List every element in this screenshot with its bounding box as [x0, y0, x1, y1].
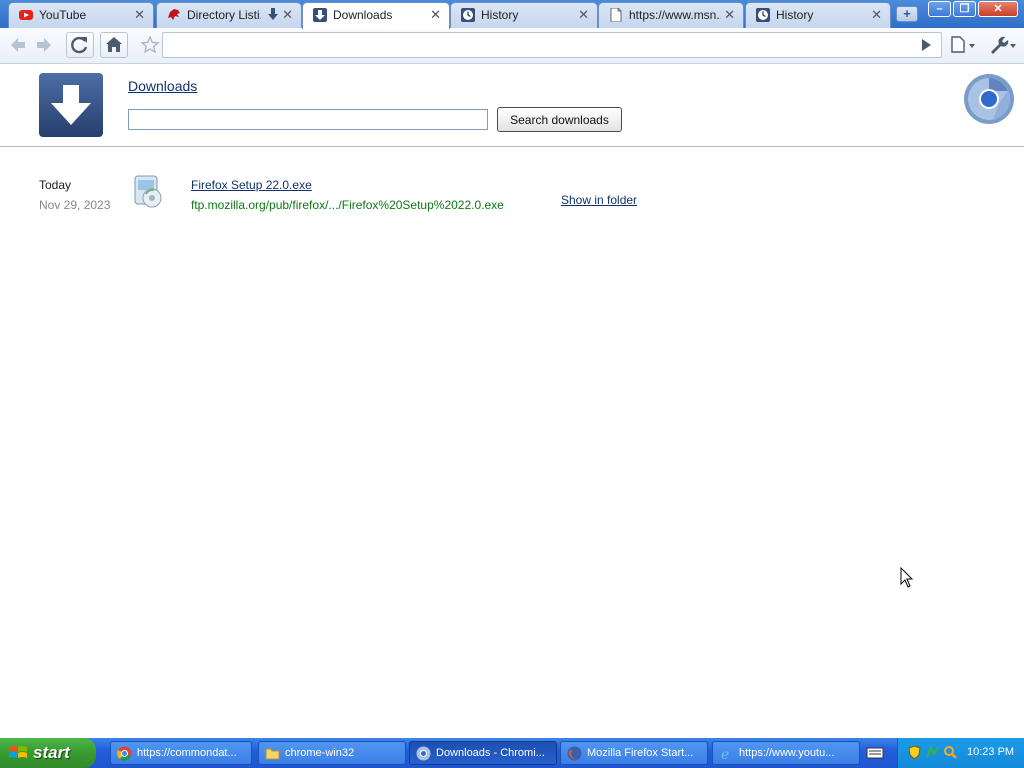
- start-button[interactable]: start: [0, 738, 96, 768]
- tab-msn[interactable]: https://www.msn... ✕: [598, 2, 744, 28]
- download-date: Nov 29, 2023: [39, 198, 111, 212]
- clock-icon: [461, 8, 475, 22]
- taskbar-item-label: Mozilla Firefox Start...: [587, 747, 694, 759]
- tab-title: YouTube: [39, 8, 87, 22]
- search-downloads-input[interactable]: [128, 109, 488, 130]
- tab-close-icon[interactable]: ✕: [724, 7, 735, 23]
- new-tab-button[interactable]: +: [896, 6, 918, 22]
- windows-flag-icon: [9, 746, 27, 758]
- tab-title: https://www.msn...: [629, 8, 721, 22]
- tab-close-icon[interactable]: ✕: [871, 7, 882, 23]
- reload-button[interactable]: [66, 32, 94, 58]
- home-icon: [106, 37, 122, 52]
- go-button[interactable]: [912, 32, 940, 58]
- minimize-button[interactable]: –: [928, 1, 951, 17]
- chromium-logo-icon: [964, 74, 1014, 124]
- taskbar-item-chromium[interactable]: Downloads - Chromi...: [409, 741, 557, 765]
- arrow-right-icon: [37, 38, 51, 52]
- page-icon: [610, 8, 622, 22]
- shield-icon[interactable]: [907, 745, 922, 760]
- tab-history[interactable]: History ✕: [450, 2, 598, 28]
- downloads-page: Downloads Search downloads Today Nov 29,…: [0, 65, 1024, 737]
- folder-icon: [265, 748, 280, 760]
- tab-history-2[interactable]: History ✕: [745, 2, 891, 28]
- tab-title: History: [776, 8, 814, 22]
- show-in-folder-link[interactable]: Show in folder: [561, 193, 637, 207]
- tab-close-icon[interactable]: ✕: [578, 7, 589, 23]
- tab-title: Directory Listi...: [187, 8, 261, 22]
- taskbar-item-label: https://commondat...: [137, 747, 237, 759]
- chrome-icon: [117, 746, 132, 761]
- download-arrow-icon: [268, 8, 278, 20]
- firefox-icon: [567, 746, 582, 761]
- youtube-icon: [19, 10, 33, 20]
- tab-close-icon[interactable]: ✕: [430, 7, 441, 23]
- taskbar-clock: 10:23 PM: [967, 746, 1015, 758]
- header-divider: [0, 146, 1024, 147]
- downloads-logo-icon: [39, 73, 103, 137]
- download-source-url[interactable]: ftp.mozilla.org/pub/firefox/.../Firefox%…: [191, 198, 504, 212]
- taskbar: start https://commondat... chrome-win32 …: [0, 738, 1024, 768]
- mozilla-dino-icon: [168, 9, 180, 20]
- wrench-icon: [991, 36, 1016, 54]
- page-title[interactable]: Downloads: [128, 78, 197, 94]
- taskbar-item-ie[interactable]: e https://www.youtu...: [712, 741, 860, 765]
- forward-button[interactable]: [30, 32, 58, 58]
- reload-icon: [71, 36, 88, 54]
- arrow-left-icon: [11, 38, 25, 52]
- taskbar-item-firefox[interactable]: Mozilla Firefox Start...: [560, 741, 708, 765]
- tab-title: History: [481, 8, 519, 22]
- home-button[interactable]: [100, 32, 128, 58]
- page-menu-button[interactable]: [948, 32, 978, 58]
- star-icon: [140, 35, 160, 54]
- clock-icon: [756, 8, 770, 22]
- installer-file-icon: [134, 175, 162, 208]
- taskbar-item-label: chrome-win32: [285, 747, 355, 759]
- taskbar-item-folder[interactable]: chrome-win32: [258, 741, 406, 765]
- tab-close-icon[interactable]: ✕: [134, 7, 145, 23]
- tab-close-icon[interactable]: ✕: [282, 7, 293, 23]
- taskbar-item-label: https://www.youtu...: [739, 747, 835, 759]
- taskbar-item-chrome[interactable]: https://commondat...: [110, 741, 252, 765]
- tab-directory-listing[interactable]: Directory Listi... ✕: [156, 2, 302, 28]
- taskbar-item-label: Downloads - Chromi...: [436, 747, 545, 759]
- browser-toolbar: [0, 28, 1024, 64]
- restore-button[interactable]: ❐: [953, 1, 976, 17]
- tab-youtube[interactable]: YouTube ✕: [8, 2, 154, 28]
- ie-icon: e: [721, 747, 729, 761]
- mouse-cursor-icon: [900, 567, 914, 588]
- back-button[interactable]: [4, 32, 32, 58]
- tab-title: Downloads: [333, 8, 393, 22]
- svg-text:e: e: [721, 747, 729, 761]
- search-icon[interactable]: [943, 745, 958, 760]
- tab-downloads[interactable]: Downloads ✕: [302, 2, 450, 29]
- start-label: start: [33, 743, 70, 762]
- page-menu-icon: [951, 36, 975, 53]
- address-bar[interactable]: [162, 32, 942, 58]
- search-downloads-button[interactable]: Search downloads: [497, 107, 622, 132]
- bookmark-star-button[interactable]: [136, 32, 164, 58]
- tab-strip: YouTube ✕ Directory Listi... ✕ Downloads…: [0, 0, 1024, 29]
- network-icon[interactable]: [925, 745, 940, 760]
- play-icon: [922, 39, 931, 51]
- wrench-menu-button[interactable]: [986, 32, 1018, 58]
- download-file-link[interactable]: Firefox Setup 22.0.exe: [191, 178, 312, 192]
- chromium-icon: [416, 746, 431, 761]
- download-icon: [313, 8, 327, 22]
- close-window-button[interactable]: ✕: [978, 1, 1018, 17]
- download-date-label: Today: [39, 178, 72, 192]
- keyboard-icon[interactable]: [866, 746, 884, 760]
